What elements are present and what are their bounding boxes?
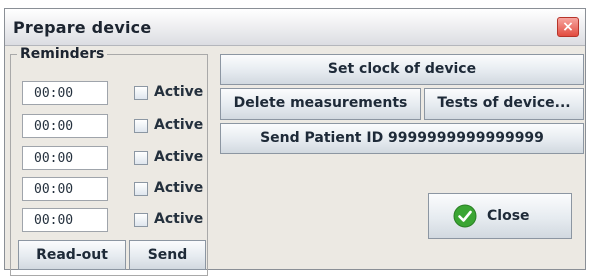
reminder-row: 00:00 Active xyxy=(22,208,204,232)
send-button[interactable]: Send xyxy=(129,240,206,270)
read-out-label: Read-out xyxy=(36,247,108,263)
reminder-time-field[interactable]: 00:00 xyxy=(22,208,108,232)
check-circle-icon xyxy=(453,204,477,228)
reminder-time-field[interactable]: 00:00 xyxy=(22,177,108,201)
reminder-row: 00:00 Active xyxy=(22,177,204,201)
reminder-active-label: Active xyxy=(154,84,204,100)
close-button[interactable]: Close xyxy=(428,193,572,239)
reminder-active-label: Active xyxy=(154,180,204,196)
tests-of-device-button[interactable]: Tests of device... xyxy=(424,88,584,120)
send-patient-id-button[interactable]: Send Patient ID 9999999999999999 xyxy=(220,123,584,154)
set-clock-label: Set clock of device xyxy=(327,61,477,77)
reminder-active-label: Active xyxy=(154,149,204,165)
window-title: Prepare device xyxy=(13,18,152,37)
title-bar: Prepare device × xyxy=(5,9,585,46)
reminder-row: 00:00 Active xyxy=(22,81,204,105)
send-label: Send xyxy=(147,247,188,263)
send-patient-id-label: Send Patient ID 9999999999999999 xyxy=(260,130,544,146)
tests-of-device-label: Tests of device... xyxy=(437,95,571,111)
reminder-row: 00:00 Active xyxy=(22,114,204,138)
delete-measurements-button[interactable]: Delete measurements xyxy=(220,88,421,120)
read-out-button[interactable]: Read-out xyxy=(18,240,126,270)
reminder-active-checkbox[interactable] xyxy=(134,119,148,133)
close-icon: × xyxy=(562,19,574,35)
reminder-time-field[interactable]: 00:00 xyxy=(22,146,108,170)
window-close-button[interactable]: × xyxy=(557,17,579,37)
reminder-active-label: Active xyxy=(154,117,204,133)
set-clock-button[interactable]: Set clock of device xyxy=(220,54,584,85)
reminder-row: 00:00 Active xyxy=(22,146,204,170)
reminders-legend: Reminders xyxy=(17,46,108,62)
reminder-time-field[interactable]: 00:00 xyxy=(22,114,108,138)
delete-measurements-label: Delete measurements xyxy=(233,95,408,111)
reminder-time-field[interactable]: 00:00 xyxy=(22,81,108,105)
reminder-active-checkbox[interactable] xyxy=(134,151,148,165)
reminder-active-label: Active xyxy=(154,211,204,227)
reminder-active-checkbox[interactable] xyxy=(134,182,148,196)
reminder-active-checkbox[interactable] xyxy=(134,213,148,227)
reminder-active-checkbox[interactable] xyxy=(134,86,148,100)
close-label: Close xyxy=(487,208,530,224)
